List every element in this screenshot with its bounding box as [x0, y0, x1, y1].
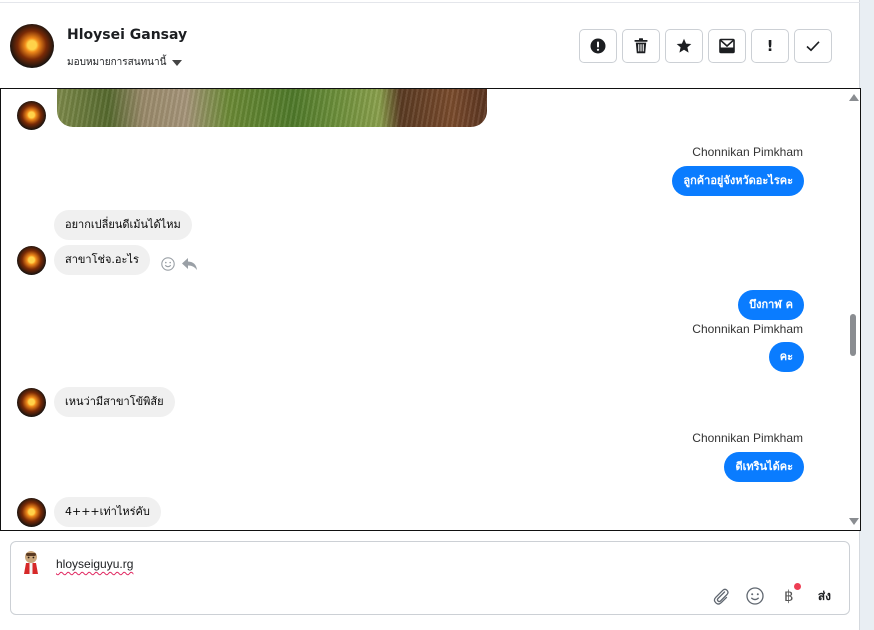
message-tools — [161, 257, 198, 271]
contact-avatar-small — [17, 388, 46, 417]
outgoing-message[interactable]: บึงกาฬ ค — [738, 290, 804, 320]
delete-button[interactable] — [622, 29, 660, 63]
trash-icon — [634, 38, 648, 54]
header-actions: ! — [579, 29, 832, 63]
scroll-thumb[interactable] — [850, 314, 856, 356]
caret-down-icon — [172, 59, 183, 66]
star-icon — [676, 38, 692, 53]
contact-avatar-small — [17, 498, 46, 527]
check-icon — [806, 41, 820, 52]
scroll-down-arrow-icon[interactable] — [849, 518, 859, 525]
sender-name: Chonnikan Pimkham — [692, 322, 803, 336]
smiley-icon — [746, 587, 764, 605]
baht-icon: ฿ — [784, 587, 794, 605]
mark-done-button[interactable] — [794, 29, 832, 63]
contact-avatar[interactable] — [10, 24, 54, 68]
outgoing-message[interactable]: ลูกค้าอยู่จังหวัดอะไรคะ — [672, 166, 804, 196]
attach-button[interactable] — [710, 585, 732, 607]
emoji-button[interactable] — [744, 585, 766, 607]
outgoing-message[interactable]: คะ — [768, 342, 804, 372]
message-list: Chonnikan Pimkham ลูกค้าอยู่จังหวัดอะไรค… — [1, 89, 846, 530]
message-composer[interactable]: hloyseiguyu.rg ฿ ส่ง — [10, 541, 850, 615]
message-thread[interactable]: Chonnikan Pimkham ลูกค้าอยู่จังหวัดอะไรค… — [0, 88, 861, 531]
user-avatar-icon — [24, 551, 38, 574]
sender-name: Chonnikan Pimkham — [692, 145, 803, 159]
incoming-message[interactable]: สาขาโช่จ.อะไร — [54, 245, 150, 275]
paperclip-icon — [713, 588, 729, 605]
contact-avatar-small — [17, 101, 46, 130]
contact-avatar-small — [17, 246, 46, 275]
shared-photo[interactable] — [57, 89, 487, 127]
payment-button[interactable]: ฿ — [778, 583, 801, 607]
page: Hloysei Gansay มอบหมายการสนทนานี้ ! Chon… — [0, 0, 861, 630]
exclamation-circle-icon — [590, 38, 606, 54]
star-button[interactable] — [665, 29, 703, 63]
archive-button[interactable] — [708, 29, 746, 63]
outgoing-message[interactable]: ดีเทรินได้คะ — [724, 452, 804, 482]
composer-input[interactable]: hloyseiguyu.rg — [56, 557, 133, 571]
contact-name[interactable]: Hloysei Gansay — [67, 27, 187, 43]
reply-icon[interactable] — [181, 257, 198, 271]
conversation-header: Hloysei Gansay มอบหมายการสนทนานี้ ! — [0, 3, 860, 88]
scroll-up-arrow-icon[interactable] — [849, 94, 859, 101]
assign-label: มอบหมายการสนทนานี้ — [67, 57, 167, 68]
sender-name: Chonnikan Pimkham — [692, 431, 803, 445]
scrollbar[interactable] — [846, 89, 860, 530]
incoming-message[interactable]: อยากเปลี่ยนดีเม้นได้ไหม — [54, 210, 192, 240]
send-button[interactable]: ส่ง — [818, 587, 831, 606]
incoming-message[interactable]: 4+++เท่าไหร่คับ — [54, 497, 161, 527]
incoming-message[interactable]: เหนว่ามีสาขาโข้พิส้ย — [54, 387, 175, 417]
smiley-react-icon[interactable] — [161, 257, 175, 271]
flag-label: ! — [766, 37, 774, 55]
envelope-archive-icon — [719, 38, 735, 54]
notification-dot — [793, 583, 801, 590]
composer-tools: ฿ ส่ง — [710, 583, 831, 607]
flag-button[interactable]: ! — [751, 29, 789, 63]
mark-important-button[interactable] — [579, 29, 617, 63]
assign-conversation-dropdown[interactable]: มอบหมายการสนทนานี้ — [67, 55, 183, 70]
